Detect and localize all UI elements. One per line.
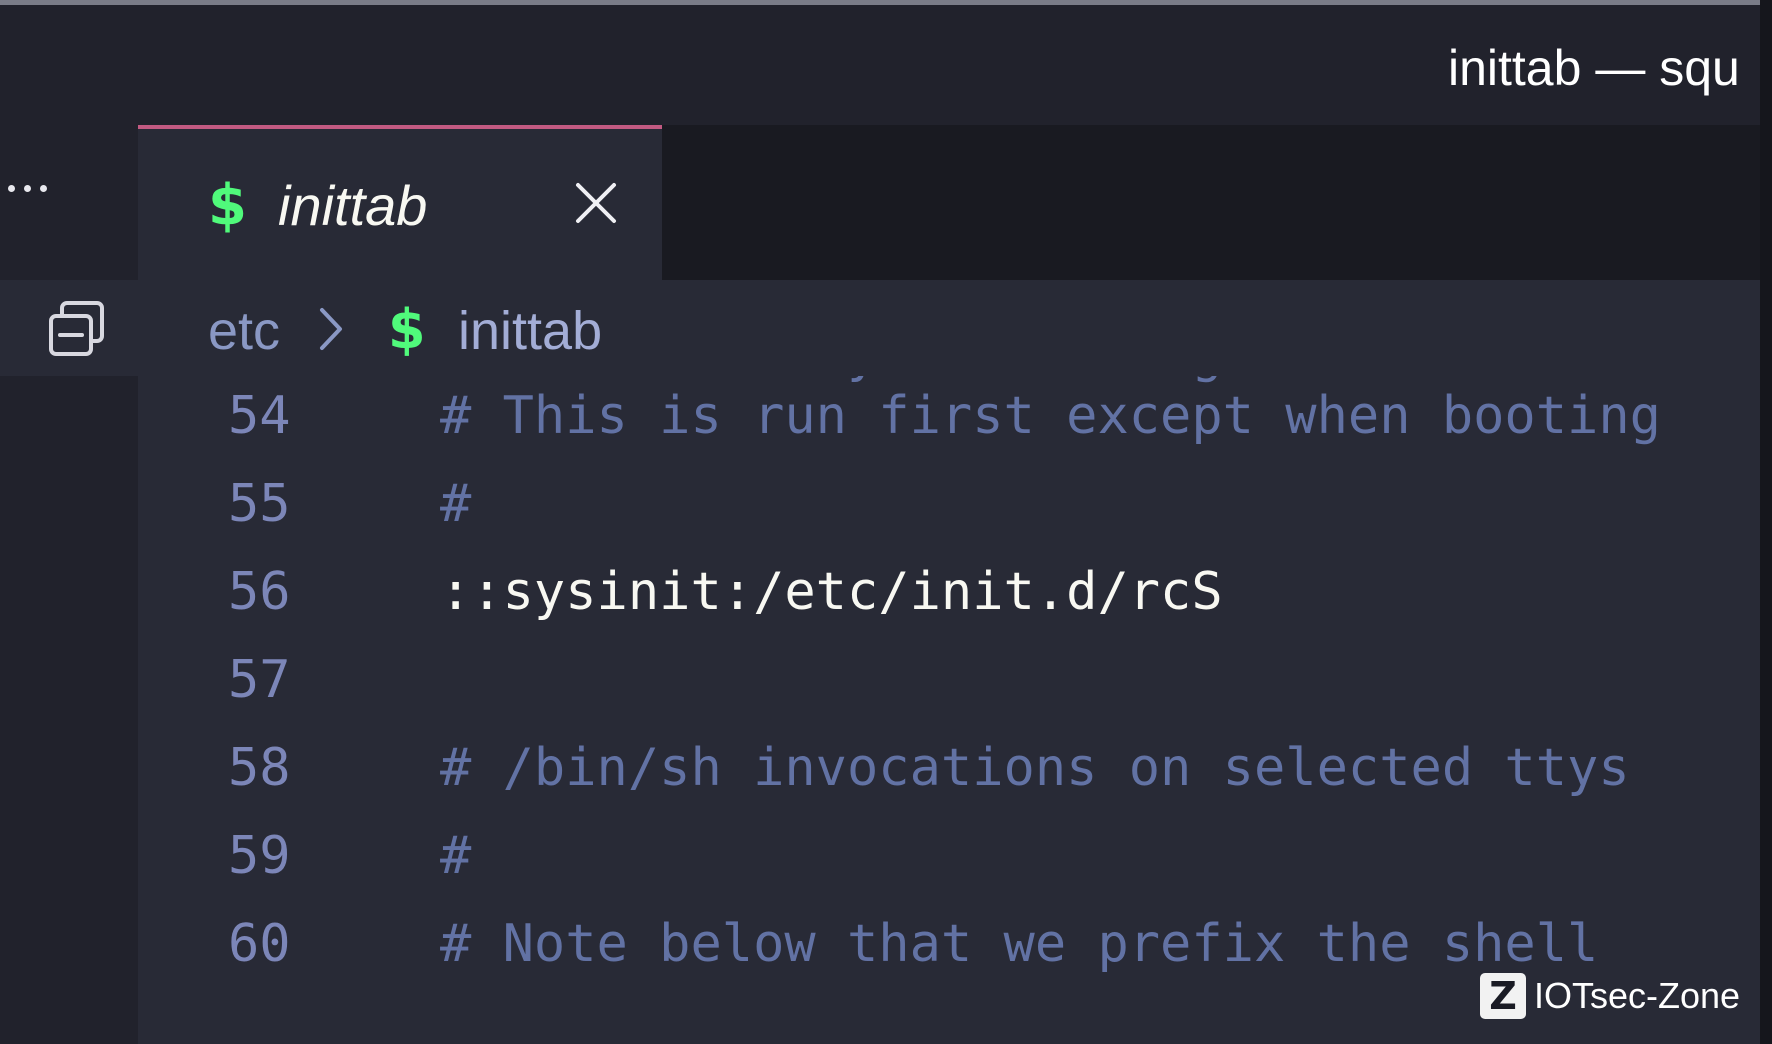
code-text: ::sysinit:/etc/init.d/rcS: [440, 562, 1223, 622]
ellipsis-icon[interactable]: [8, 168, 68, 208]
line-number: 59: [228, 826, 291, 886]
code-text: # Boot-time system configuration/initia: [440, 376, 1661, 384]
code-text: #: [440, 474, 472, 534]
split-editor-icon[interactable]: [48, 300, 106, 358]
line-number: 60: [228, 914, 291, 974]
title-bar: inittab — squ: [0, 5, 1772, 125]
code-text: # Note below that we prefix the shell: [440, 914, 1599, 974]
watermark-logo: Z: [1480, 973, 1526, 1019]
shell-file-icon: $: [388, 298, 426, 361]
window-title: inittab — squ: [1448, 40, 1740, 96]
tab-inittab[interactable]: $ inittab: [138, 125, 662, 280]
watermark-text: IOTsec-Zone: [1534, 975, 1741, 1016]
line-number: 55: [228, 474, 291, 534]
close-icon[interactable]: [574, 181, 618, 225]
breadcrumb-file[interactable]: inittab: [458, 300, 602, 362]
code-line: 55 #: [138, 474, 1760, 562]
code-editor[interactable]: 53 # Boot-time system configuration/init…: [138, 376, 1760, 1044]
code-line: 59 #: [138, 826, 1760, 914]
line-number: 54: [228, 386, 291, 446]
code-text: #: [440, 826, 472, 886]
breadcrumb-folder[interactable]: etc: [208, 300, 280, 362]
code-line: 56 ::sysinit:/etc/init.d/rcS: [138, 562, 1760, 650]
code-line: 57: [138, 650, 1760, 738]
window-right-edge: [1760, 0, 1772, 1044]
code-line: 54 # This is run first except when booti…: [138, 386, 1760, 474]
editor-window: inittab — squ $ inittab etc $ inittab 54…: [0, 0, 1772, 1044]
watermark: Z IOTsec-Zone: [1480, 972, 1740, 1020]
code-text: # /bin/sh invocations on selected ttys: [440, 738, 1630, 798]
line-number: 57: [228, 650, 291, 710]
line-number: 56: [228, 562, 291, 622]
code-text: # This is run first except when booting: [440, 386, 1661, 446]
tab-label: inittab: [278, 174, 428, 237]
activity-bar: [0, 125, 138, 1044]
chevron-right-icon: [316, 304, 346, 354]
code-line: 58 # /bin/sh invocations on selected tty…: [138, 738, 1760, 826]
line-number: 58: [228, 738, 291, 798]
shell-file-icon: $: [208, 173, 247, 238]
line-number: 53: [228, 376, 291, 384]
